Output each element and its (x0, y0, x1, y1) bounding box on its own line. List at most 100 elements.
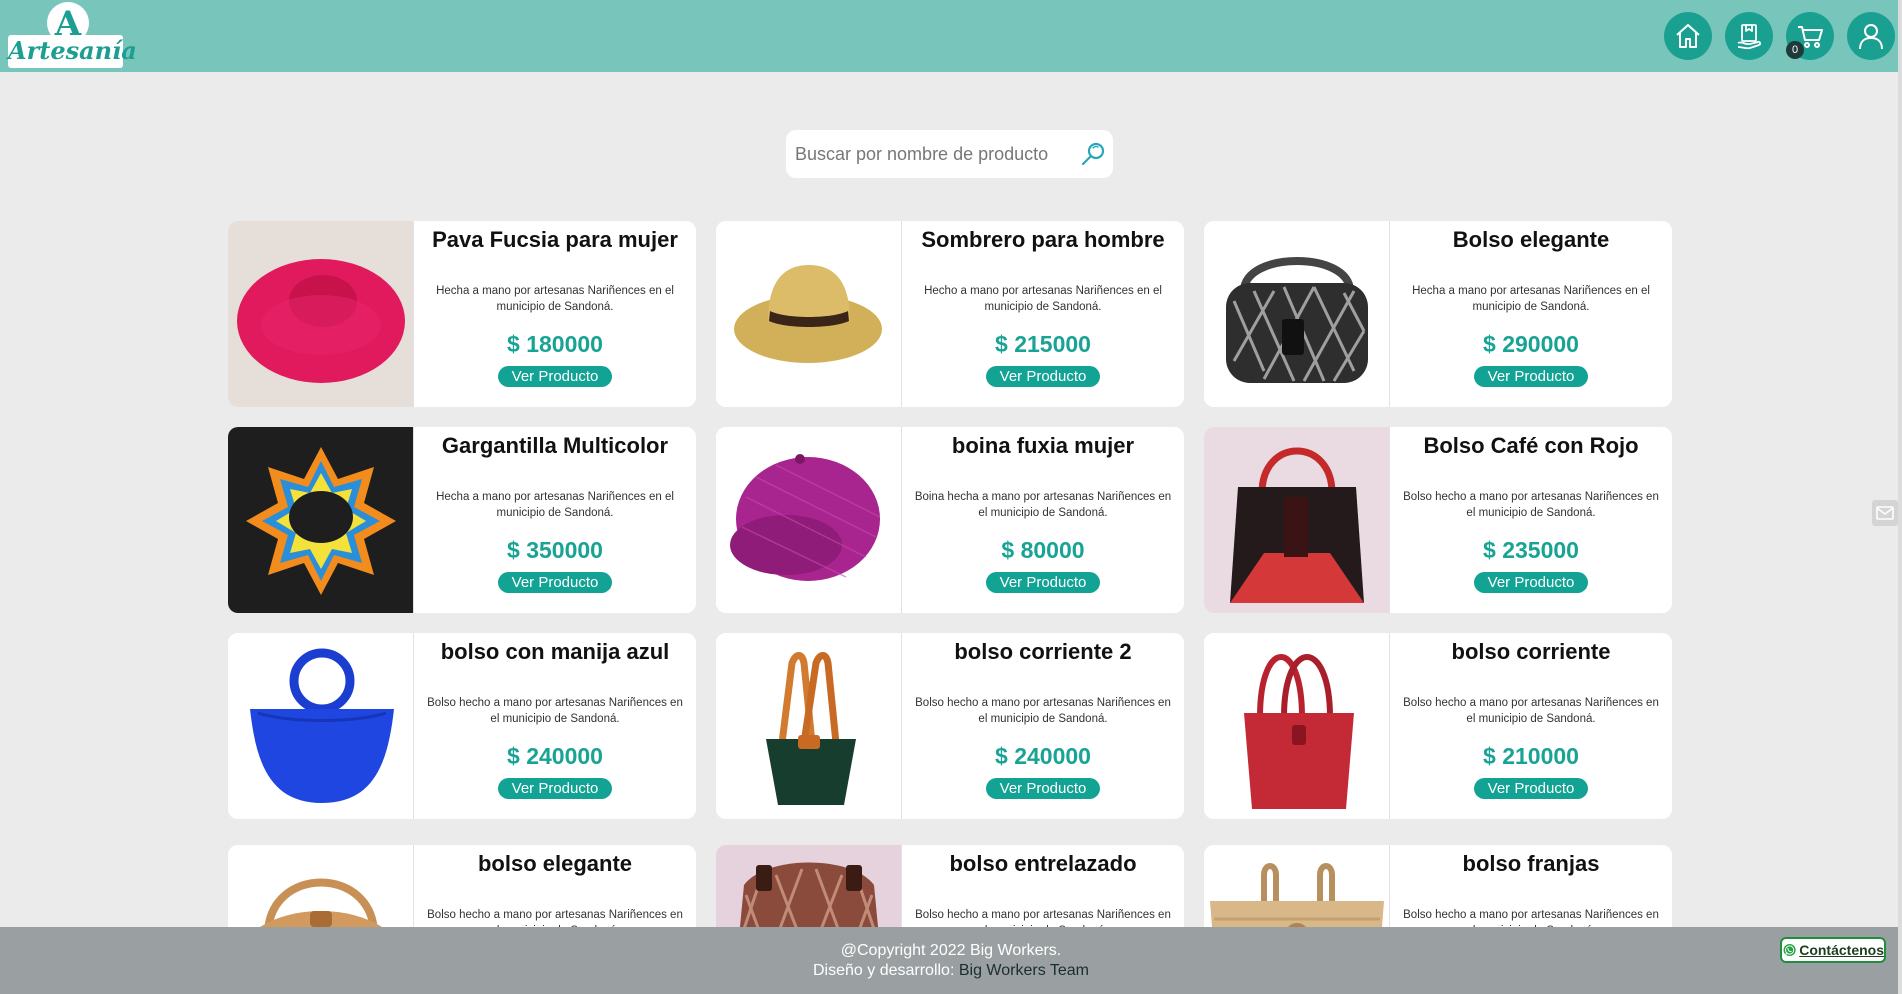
product-image[interactable] (1204, 633, 1390, 819)
red-tote-image (1204, 633, 1389, 819)
whatsapp-icon (1783, 943, 1796, 957)
product-info: bolso franjas Bolso hecho a mano por art… (1390, 845, 1672, 927)
tan-bag-image (228, 845, 413, 927)
view-product-button[interactable]: Ver Producto (986, 572, 1100, 593)
product-name: bolso con manija azul (440, 639, 670, 664)
product-image[interactable] (228, 845, 414, 927)
search-input[interactable] (795, 138, 1065, 170)
product-info: bolso elegante Bolso hecho a mano por ar… (414, 845, 696, 927)
home-button[interactable] (1664, 12, 1712, 60)
package-icon (1737, 24, 1761, 50)
view-product-button[interactable]: Ver Producto (1474, 572, 1588, 593)
product-card: Sombrero para hombre Hecho a mano por ar… (716, 221, 1184, 407)
brown-red-bag-image (1204, 427, 1389, 613)
view-product-button[interactable]: Ver Producto (1474, 366, 1588, 387)
product-info: boina fuxia mujer Boina hecha a mano por… (902, 427, 1184, 613)
product-card: bolso corriente Bolso hecho a mano por a… (1204, 633, 1672, 819)
product-image[interactable] (716, 633, 902, 819)
product-description: Bolso hecho a mano por artesanas Nariñen… (915, 697, 1171, 725)
product-image[interactable] (228, 633, 414, 819)
product-price: $ 290000 (1483, 331, 1579, 357)
product-price: $ 240000 (995, 743, 1091, 769)
product-price: $ 80000 (1001, 537, 1085, 563)
product-name: bolso entrelazado (949, 851, 1137, 876)
product-name: Bolso elegante (1452, 227, 1610, 252)
search-icon[interactable] (1080, 140, 1108, 168)
product-image[interactable] (228, 221, 414, 407)
product-card: bolso con manija azul Bolso hecho a mano… (228, 633, 696, 819)
page-scrollbar[interactable] (1898, 0, 1902, 994)
green-tote-image (716, 633, 901, 819)
product-card: bolso elegante Bolso hecho a mano por ar… (228, 845, 696, 927)
product-description: Bolso hecho a mano por artesanas Nariñen… (1403, 491, 1659, 519)
feedback-icon (1876, 506, 1894, 520)
view-product-button[interactable]: Ver Producto (1474, 778, 1588, 799)
side-widget[interactable] (1872, 500, 1898, 526)
product-info: Gargantilla Multicolor Hecha a mano por … (414, 427, 696, 613)
credit-team-link[interactable]: Big Workers Team (959, 962, 1089, 979)
product-name: Gargantilla Multicolor (441, 433, 669, 458)
top-header: A Artesanía 0 (0, 0, 1902, 72)
product-card: bolso corriente 2 Bolso hecho a mano por… (716, 633, 1184, 819)
product-card: bolso entrelazado Bolso hecho a mano por… (716, 845, 1184, 927)
product-info: bolso con manija azul Bolso hecho a mano… (414, 633, 696, 819)
product-image[interactable] (716, 427, 902, 613)
view-product-button[interactable]: Ver Producto (498, 366, 612, 387)
product-image[interactable] (228, 427, 414, 613)
black-white-bag-image (1204, 221, 1389, 407)
product-image[interactable] (1204, 845, 1390, 927)
product-info: bolso entrelazado Bolso hecho a mano por… (902, 845, 1184, 927)
product-description: Bolso hecho a mano por artesanas Nariñen… (427, 909, 683, 927)
product-description: Hecho a mano por artesanas Nariñences en… (924, 285, 1162, 313)
user-icon (1859, 24, 1883, 50)
product-description: Bolso hecho a mano por artesanas Nariñen… (1403, 909, 1659, 927)
product-price: $ 350000 (507, 537, 603, 563)
brand-logo[interactable]: A Artesanía (8, 2, 137, 68)
product-price: $ 210000 (1483, 743, 1579, 769)
product-price: $ 180000 (507, 331, 603, 357)
product-name: bolso corriente 2 (954, 639, 1132, 664)
product-description: Bolso hecho a mano por artesanas Nariñen… (915, 909, 1171, 927)
product-price: $ 240000 (507, 743, 603, 769)
multicolor-necklace-image (228, 427, 413, 613)
product-name: boina fuxia mujer (951, 433, 1135, 458)
product-info: bolso corriente Bolso hecho a mano por a… (1390, 633, 1672, 819)
product-grid: Pava Fucsia para mujer Hecha a mano por … (228, 221, 1672, 927)
striped-bag-image (1204, 845, 1389, 927)
product-card: bolso franjas Bolso hecho a mano por art… (1204, 845, 1672, 927)
account-button[interactable] (1847, 12, 1895, 60)
contact-whatsapp-button[interactable]: Contáctenos (1780, 937, 1886, 963)
cart-count-badge: 0 (1786, 41, 1804, 59)
product-info: Sombrero para hombre Hecho a mano por ar… (902, 221, 1184, 407)
product-card: Bolso Café con Rojo Bolso hecho a mano p… (1204, 427, 1672, 613)
product-name: Sombrero para hombre (921, 227, 1165, 252)
product-image[interactable] (1204, 221, 1390, 407)
product-info: Bolso Café con Rojo Bolso hecho a mano p… (1390, 427, 1672, 613)
home-icon (1676, 24, 1700, 48)
product-card: Gargantilla Multicolor Hecha a mano por … (228, 427, 696, 613)
credit-label: Diseño y desarrollo: (813, 962, 955, 979)
fuchsia-beret-image (716, 427, 901, 613)
product-name: Pava Fucsia para mujer (432, 227, 678, 252)
view-product-button[interactable]: Ver Producto (986, 778, 1100, 799)
view-product-button[interactable]: Ver Producto (498, 572, 612, 593)
product-info: Pava Fucsia para mujer Hecha a mano por … (414, 221, 696, 407)
product-description: Hecha a mano por artesanas Nariñences en… (1412, 285, 1650, 313)
product-description: Bolso hecho a mano por artesanas Nariñen… (427, 697, 683, 725)
product-card: Pava Fucsia para mujer Hecha a mano por … (228, 221, 696, 407)
product-name: bolso franjas (1462, 851, 1600, 876)
view-product-button[interactable]: Ver Producto (498, 778, 612, 799)
product-image[interactable] (716, 845, 902, 927)
orders-button[interactable] (1725, 12, 1773, 60)
copyright-text: @Copyright 2022 Big Workers. (840, 942, 1062, 959)
credit-line: Diseño y desarrollo: Big Workers Team (0, 962, 1902, 980)
product-name: bolso elegante (477, 851, 633, 876)
view-product-button[interactable]: Ver Producto (986, 366, 1100, 387)
product-image[interactable] (1204, 427, 1390, 613)
product-description: Hecha a mano por artesanas Nariñences en… (436, 491, 674, 519)
search-box (786, 130, 1113, 178)
woven-bag-image (716, 845, 901, 927)
product-image[interactable] (716, 221, 902, 407)
product-info: Bolso elegante Hecha a mano por artesana… (1390, 221, 1672, 407)
product-card: Bolso elegante Hecha a mano por artesana… (1204, 221, 1672, 407)
